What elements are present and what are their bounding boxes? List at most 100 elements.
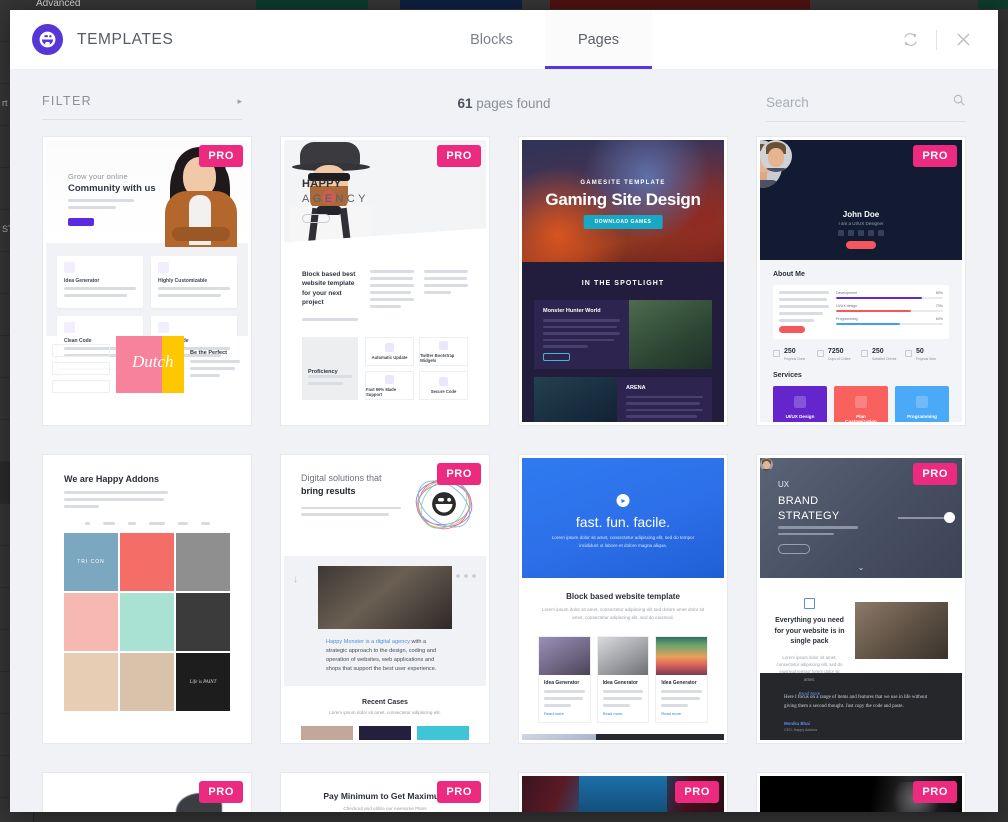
post-title: Idea Generator xyxy=(602,679,638,686)
scroll-down-icon: ↓ xyxy=(293,574,298,585)
skill-value: 60% xyxy=(935,317,943,321)
post-link: Read more xyxy=(544,710,564,716)
pro-badge: PRO xyxy=(675,781,719,803)
social-icons xyxy=(448,574,476,578)
template-card-gaming-site[interactable]: GAMESITE TEMPLATE Gaming Site Design DOW… xyxy=(518,136,728,426)
hero-kicker: GAMESITE TEMPLATE xyxy=(580,180,666,186)
hero-cta-button xyxy=(778,544,810,554)
pro-badge: PRO xyxy=(199,145,243,167)
service-title: Plan Customization xyxy=(845,414,877,422)
tab-blocks[interactable]: Blocks xyxy=(438,10,545,69)
post-title: Idea Generator xyxy=(544,679,580,686)
template-card-ux-brand-strategy[interactable]: PRO UX BRAND STRATEGY ⌄ Everything you n… xyxy=(756,454,966,744)
hero-paragraph: Lorem ipsum dolor sit amet, consectetur … xyxy=(551,535,695,548)
template-card-row3-b[interactable]: PRO Pay Minimum to Get Maximum Checkout … xyxy=(280,772,490,812)
search-icon[interactable] xyxy=(952,93,966,112)
template-card-row3-d[interactable]: PRO xyxy=(756,772,966,812)
post-title: Idea Generator xyxy=(661,679,697,686)
pro-badge: PRO xyxy=(913,781,957,803)
feature-title: Highly Customizable xyxy=(158,278,208,284)
pro-badge: PRO xyxy=(437,145,481,167)
hero-paragraph xyxy=(301,507,401,516)
hero-cta-button xyxy=(302,214,330,223)
feature-cards: Idea Generator Highly Customizable Clean… xyxy=(46,243,248,368)
section-heading: IN THE SPOTLIGHT xyxy=(581,280,665,287)
feature-title: Fast 99% Made Support xyxy=(366,386,397,397)
bg-strip-navy xyxy=(400,0,522,9)
portfolio-mosaic: TRI CON Life is PAINT xyxy=(64,533,230,711)
template-card-happy-agency[interactable]: PRO HAPPY AGENCY Block based best websit xyxy=(280,136,490,426)
game-title: Monster Hunter World xyxy=(543,308,601,314)
skill-label: UI/UX design xyxy=(836,304,858,308)
carousel-dots xyxy=(784,739,938,740)
footer-photo xyxy=(522,733,596,740)
pro-badge: PRO xyxy=(913,463,957,485)
hero-paragraph xyxy=(778,526,858,539)
skill-value: 70% xyxy=(935,304,943,308)
post-link: Read more xyxy=(661,710,682,716)
pro-badge: PRO xyxy=(199,781,243,803)
search-input[interactable] xyxy=(766,94,946,110)
search-field[interactable] xyxy=(766,93,966,122)
profile-subtitle: I am a UI/UX Designer xyxy=(838,221,884,226)
hero-heading: fast. fun. facile. xyxy=(575,514,671,530)
section-heading: About Me xyxy=(773,271,805,278)
hero-paragraph xyxy=(68,199,134,213)
template-card-community[interactable]: PRO Grow your online Community with us I… xyxy=(42,136,252,426)
contact-button xyxy=(846,241,876,249)
feature-photo xyxy=(318,566,452,629)
section-heading: Everything you need for your website is … xyxy=(774,617,845,645)
bg-strip-green-2 xyxy=(978,0,1008,9)
avatar xyxy=(760,458,773,471)
template-card-happy-addons-agency[interactable]: We are Happy Addons TRI CON Life is PAIN… xyxy=(42,454,252,744)
skill-value: 80% xyxy=(935,291,943,295)
post-link: Read more xyxy=(602,710,623,716)
portfolio-filter-nav xyxy=(64,522,230,525)
stat-number: 250 xyxy=(784,348,796,355)
play-button-icon xyxy=(616,494,630,507)
stat-number: 7250 xyxy=(828,348,844,355)
section-heading: Block based website template xyxy=(566,592,680,601)
case-label: 200 xyxy=(301,725,353,740)
filter-dropdown[interactable]: FILTER ▸ xyxy=(42,94,242,120)
hero-heading: Community with us xyxy=(68,183,156,194)
hero-heading-1: BRAND xyxy=(778,495,819,507)
hero-heading: Gaming Site Design xyxy=(545,190,701,209)
section-heading: Block based best website template for yo… xyxy=(302,271,356,307)
hero-heading-2: AGENCY xyxy=(302,193,369,205)
mosaic-label: Life is PAINT xyxy=(176,653,230,711)
filter-label: FILTER xyxy=(42,94,92,108)
template-card-row3-a[interactable]: PRO xyxy=(42,772,252,812)
service-title: Programming xyxy=(907,414,937,419)
stat-number: 50 xyxy=(916,348,924,355)
section-subheading: Lorem ipsum dolor sit amet, consectetur … xyxy=(776,654,843,682)
hero-heading-2: STRATEGY xyxy=(778,510,840,522)
promo-heading: Be the Perfect xyxy=(190,350,227,356)
about-photo xyxy=(760,140,792,172)
caption-link: Happy Monster is a digital agency xyxy=(326,639,410,645)
bg-strip-green xyxy=(256,0,368,9)
template-card-row3-c[interactable]: PRO xyxy=(518,772,728,812)
hero-heading-plain: Digital solutions that xyxy=(301,473,382,483)
case-label: SVG FORMAT xyxy=(417,725,469,740)
hero-heading-bold: bring results xyxy=(301,486,356,497)
header-divider xyxy=(936,29,937,50)
section-heading: Services xyxy=(773,372,802,379)
stat-label: Projects Won xyxy=(916,357,937,361)
close-icon[interactable] xyxy=(946,23,980,57)
results-count-label: pages found xyxy=(476,95,551,111)
stat-label: Satisfied Clients xyxy=(872,357,897,361)
library-toolbar: FILTER ▸ 61 pages found xyxy=(10,70,998,136)
happy-addons-mascot-icon xyxy=(32,24,63,55)
chevron-down-icon: ⌄ xyxy=(857,563,865,572)
hero-kicker: Grow your online xyxy=(68,172,128,181)
mosaic-label: TRI CON xyxy=(64,533,118,591)
template-card-fast-fun-facile[interactable]: fast. fun. facile. Lorem ipsum dolor sit… xyxy=(518,454,728,744)
refresh-sync-icon[interactable] xyxy=(893,23,927,57)
game-title: ARENA xyxy=(626,384,646,391)
template-card-digital-solutions[interactable]: PRO Digital solutions that bring results xyxy=(280,454,490,744)
template-card-john-doe-portfolio[interactable]: PRO John Doe I am a UI/UX Designer About… xyxy=(756,136,966,426)
feature-title: Twitter Bootstrap Widgets xyxy=(420,352,455,363)
hero-cta-button xyxy=(68,218,94,226)
tab-pages[interactable]: Pages xyxy=(545,10,652,69)
